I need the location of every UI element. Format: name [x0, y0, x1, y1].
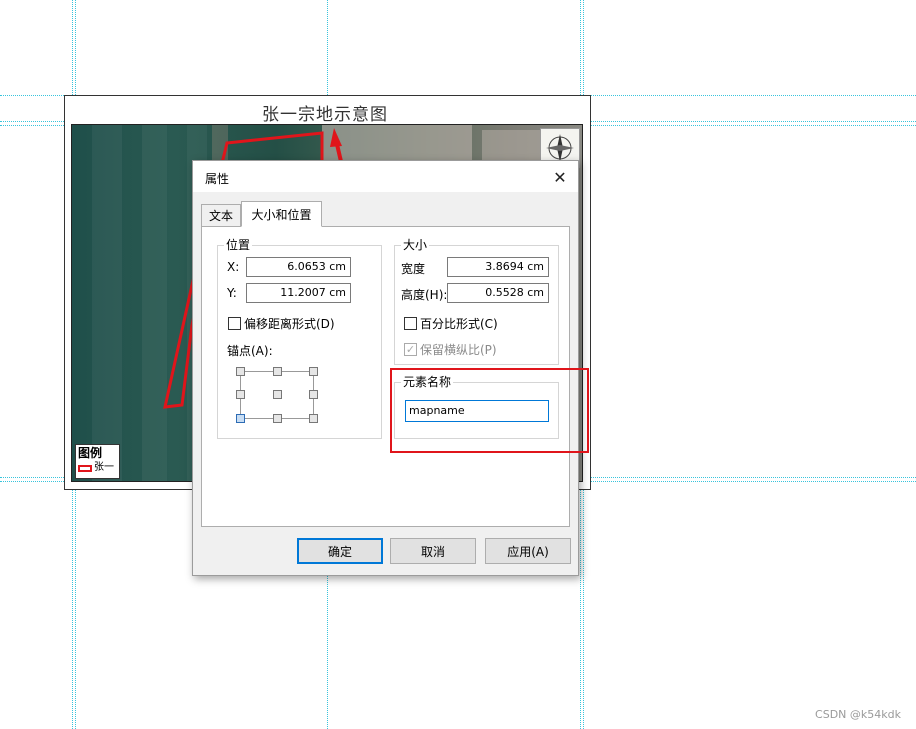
- x-label: X:: [227, 260, 240, 274]
- anchor-top-right[interactable]: [309, 367, 318, 376]
- percentage-checkbox[interactable]: 百分比形式(C): [404, 315, 498, 332]
- y-field[interactable]: 11.2007 cm: [246, 283, 351, 303]
- checkbox-icon[interactable]: [228, 317, 241, 330]
- offset-distance-label: 偏移距离形式(D): [244, 317, 335, 331]
- parcel-swatch-icon: [78, 464, 92, 472]
- cancel-button[interactable]: 取消: [390, 538, 476, 564]
- position-group-label: 位置: [224, 238, 253, 252]
- checkmark-icon[interactable]: ✓: [404, 343, 417, 356]
- anchor-top-center[interactable]: [273, 367, 282, 376]
- apply-button[interactable]: 应用(A): [485, 538, 571, 564]
- legend-item: 张一: [78, 462, 117, 474]
- ok-button[interactable]: 确定: [297, 538, 383, 564]
- height-field[interactable]: 0.5528 cm: [447, 283, 549, 303]
- anchor-bottom-left[interactable]: [236, 414, 245, 423]
- anchor-label: 锚点(A):: [227, 344, 273, 358]
- anchor-point-grid: [236, 367, 318, 423]
- anchor-top-left[interactable]: [236, 367, 245, 376]
- height-label: 高度(H):: [401, 288, 448, 302]
- keep-aspect-ratio-label: 保留横纵比(P): [420, 343, 497, 357]
- width-field[interactable]: 3.8694 cm: [447, 257, 549, 277]
- anchor-middle-right[interactable]: [309, 390, 318, 399]
- width-label: 宽度: [401, 262, 426, 276]
- legend-title: 图例: [78, 446, 103, 460]
- x-field[interactable]: 6.0653 cm: [246, 257, 351, 277]
- anchor-center[interactable]: [273, 390, 282, 399]
- anchor-bottom-center[interactable]: [273, 414, 282, 423]
- map-title[interactable]: 张一宗地示意图: [262, 100, 388, 125]
- checkbox-icon[interactable]: [404, 317, 417, 330]
- offset-distance-checkbox[interactable]: 偏移距离形式(D): [228, 315, 335, 332]
- legend-item-label: 张一: [94, 462, 114, 473]
- keep-aspect-ratio-checkbox[interactable]: ✓ 保留横纵比(P): [404, 341, 497, 358]
- tab-size-and-position[interactable]: 大小和位置: [241, 201, 322, 227]
- dialog-titlebar[interactable]: 属性 ✕: [193, 161, 578, 192]
- anchor-middle-left[interactable]: [236, 390, 245, 399]
- size-group-label: 大小: [401, 238, 430, 252]
- annotation-highlight-box: [390, 368, 589, 453]
- watermark: CSDN @k54kdk: [815, 708, 901, 721]
- map-legend[interactable]: 图例 张一: [75, 444, 120, 479]
- percentage-label: 百分比形式(C): [420, 317, 498, 331]
- close-icon[interactable]: ✕: [550, 167, 570, 187]
- dialog-title: 属性: [205, 172, 230, 186]
- anchor-bottom-right[interactable]: [309, 414, 318, 423]
- tab-text[interactable]: 文本: [201, 204, 241, 226]
- y-label: Y:: [227, 286, 237, 300]
